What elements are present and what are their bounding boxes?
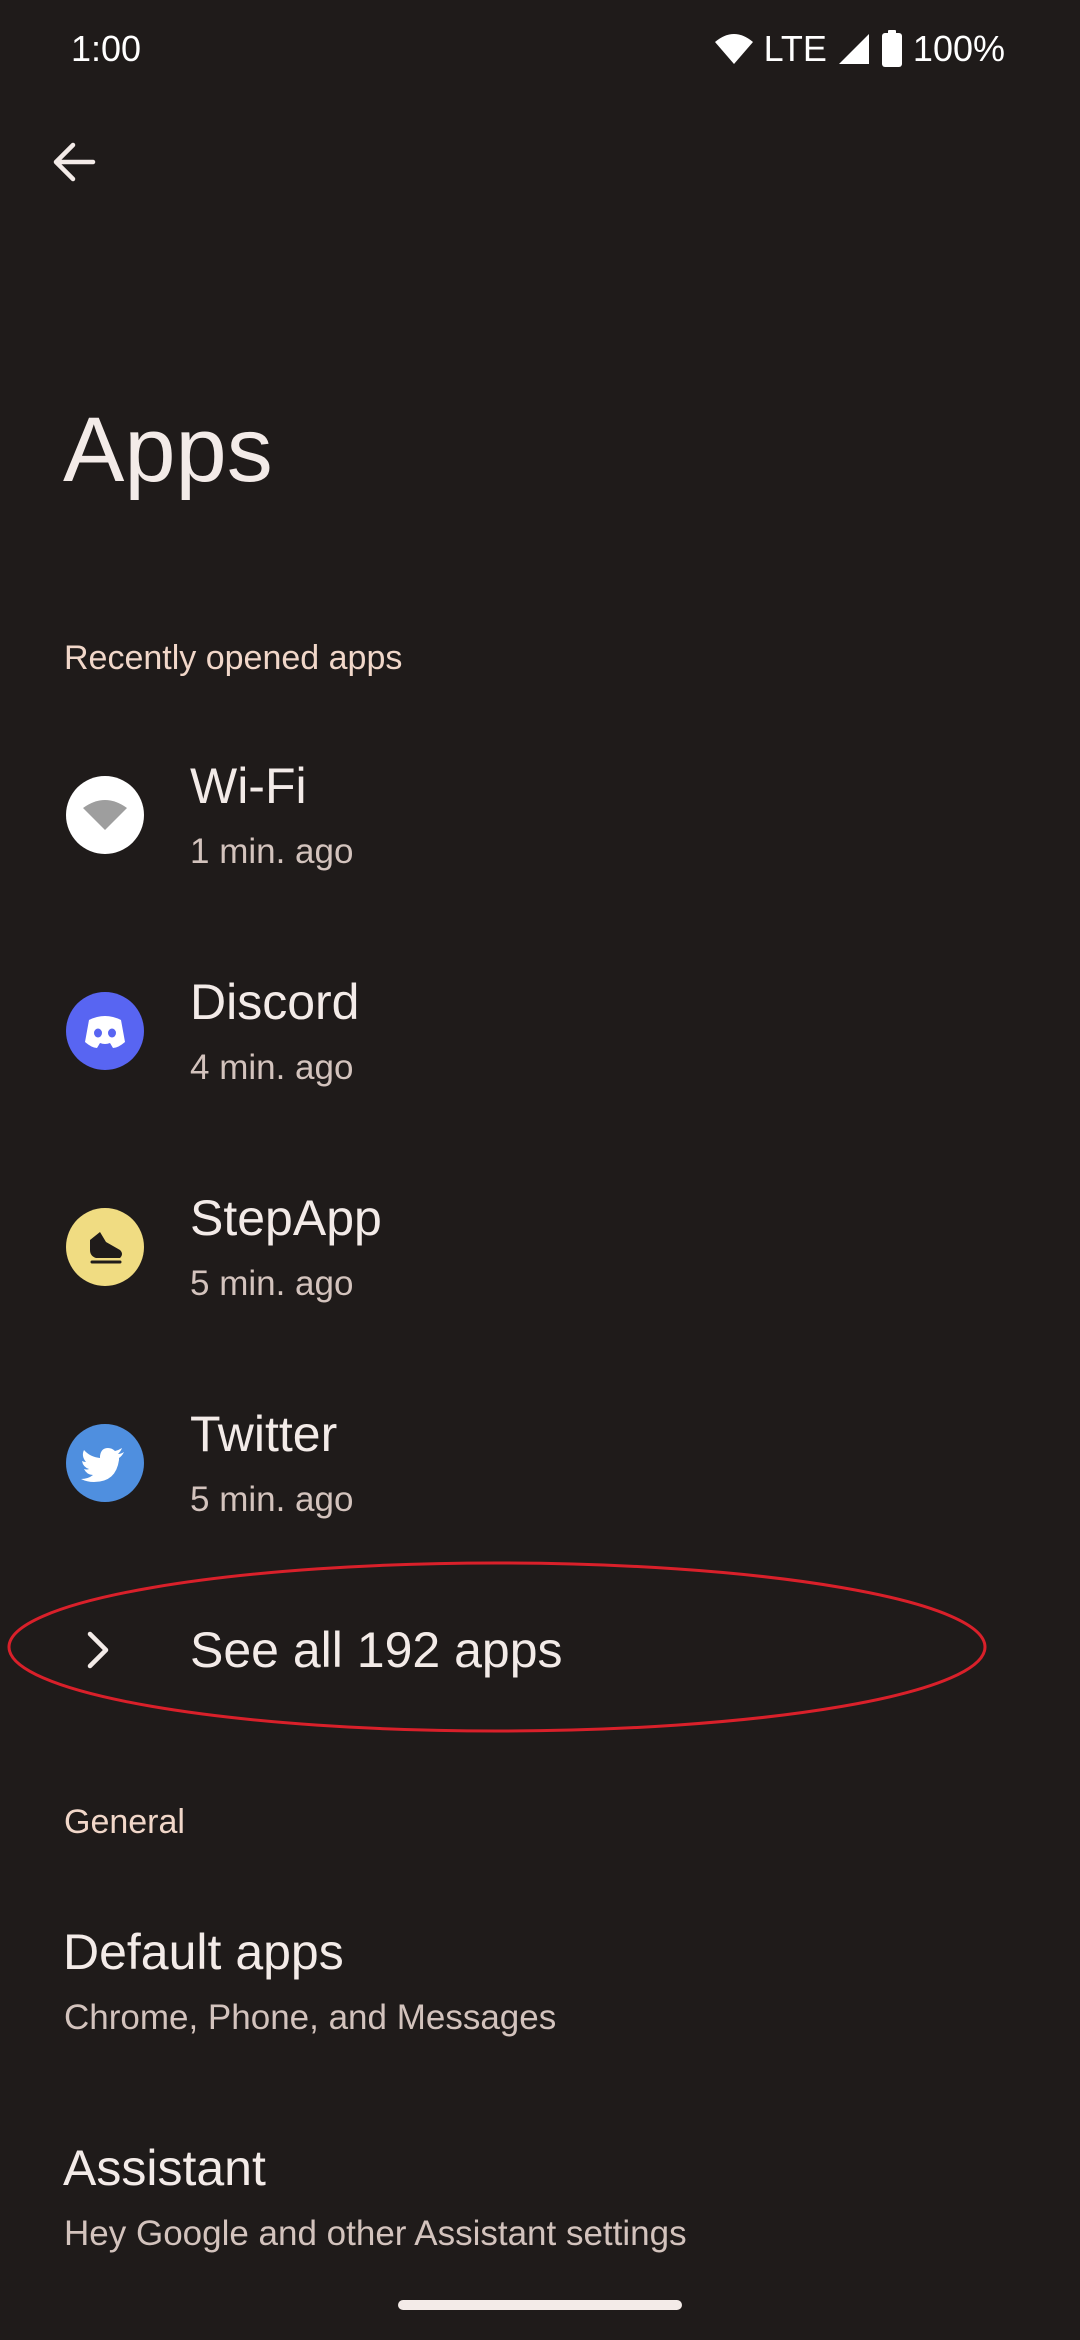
app-last-opened: 1 min. ago (190, 832, 354, 871)
app-row-twitter[interactable]: Twitter 5 min. ago (0, 1364, 1080, 1564)
pref-summary: Hey Google and other Assistant settings (64, 2214, 687, 2253)
battery-percent: 100% (912, 28, 1005, 69)
assistant-item[interactable]: Assistant Hey Google and other Assistant… (0, 2116, 1080, 2316)
app-row-wifi[interactable]: Wi-Fi 1 min. ago (0, 716, 1080, 916)
app-last-opened: 5 min. ago (190, 1480, 354, 1519)
chevron-right-icon (78, 1624, 118, 1676)
app-last-opened: 5 min. ago (190, 1264, 354, 1303)
wifi-app-icon (66, 776, 144, 854)
status-icons: LTE 100% (714, 24, 1005, 74)
twitter-icon (66, 1424, 144, 1502)
back-button[interactable] (40, 130, 108, 198)
app-last-opened: 4 min. ago (190, 1048, 354, 1087)
status-time: 1:00 (71, 28, 142, 69)
page-title: Apps (63, 399, 273, 501)
gesture-nav-handle[interactable] (398, 2300, 682, 2310)
network-type: LTE (763, 28, 827, 69)
app-name: Twitter (190, 1406, 338, 1462)
default-apps-item[interactable]: Default apps Chrome, Phone, and Messages (0, 1900, 1080, 2100)
see-all-apps-button[interactable]: See all 192 apps (0, 1590, 1080, 1710)
app-name: Wi-Fi (190, 758, 307, 814)
wifi-icon (714, 32, 754, 66)
pref-title: Assistant (63, 2140, 266, 2196)
status-bar: 1:00 LTE 100% (0, 0, 1080, 100)
see-all-apps-label: See all 192 apps (190, 1622, 563, 1678)
section-header-recent: Recently opened apps (64, 639, 403, 677)
section-header-general: General (64, 1803, 185, 1841)
pref-summary: Chrome, Phone, and Messages (64, 1998, 557, 2037)
discord-icon (66, 992, 144, 1070)
app-name: StepApp (190, 1190, 382, 1246)
stepapp-icon (66, 1208, 144, 1286)
app-name: Discord (190, 974, 360, 1030)
back-arrow-icon (51, 139, 97, 190)
battery-icon (881, 30, 903, 68)
pref-title: Default apps (63, 1924, 344, 1980)
app-row-discord[interactable]: Discord 4 min. ago (0, 932, 1080, 1132)
app-row-stepapp[interactable]: StepApp 5 min. ago (0, 1148, 1080, 1348)
signal-icon (837, 32, 871, 66)
